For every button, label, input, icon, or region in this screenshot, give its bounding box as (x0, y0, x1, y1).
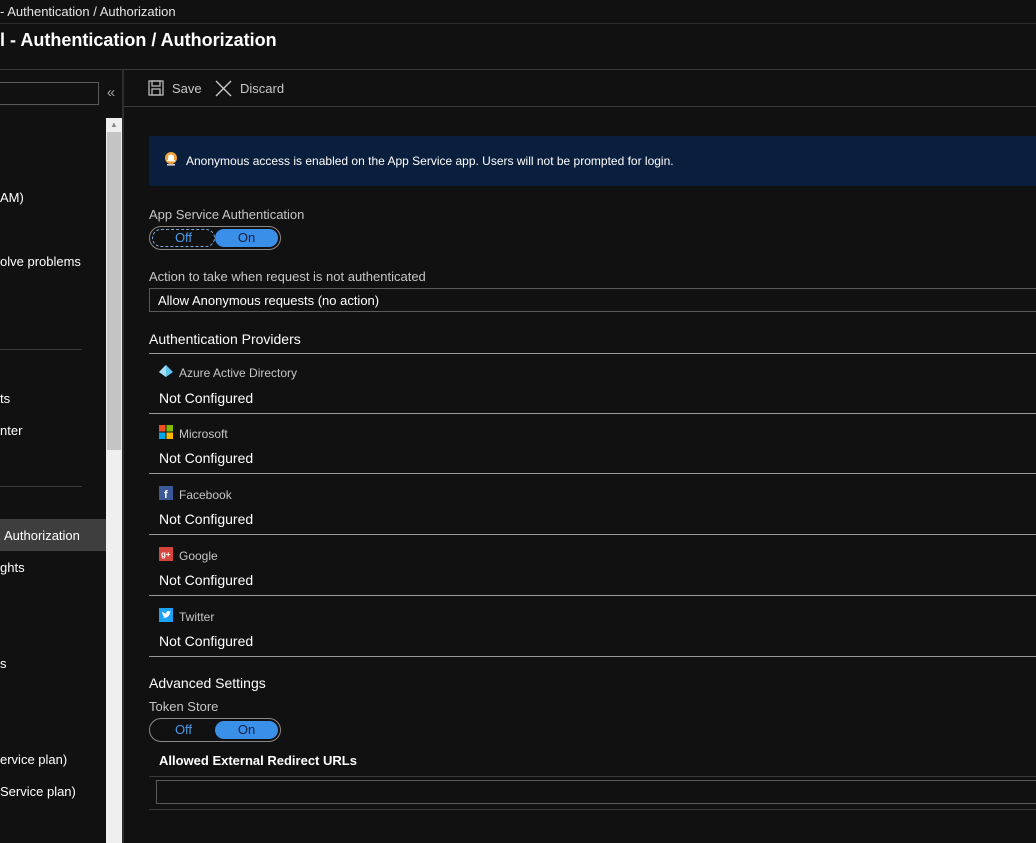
discard-button[interactable]: Discard (215, 80, 284, 97)
discard-label: Discard (240, 81, 285, 96)
redirect-urls-label: Allowed External Redirect URLs (159, 753, 357, 768)
token-store-toggle[interactable]: Off On (149, 718, 281, 742)
save-label: Save (172, 80, 202, 96)
resource-menu: « AM) olve problems ts nter Authorizatio… (0, 70, 122, 843)
provider-name-microsoft: Microsoft (159, 425, 228, 442)
provider-status-azure-ad: Not Configured (159, 390, 254, 406)
menu-search-input[interactable] (0, 82, 99, 105)
menu-item-scale-out[interactable]: Service plan) (0, 784, 104, 799)
banner-message: Anonymous access is enabled on the App S… (186, 154, 674, 168)
provider-status-microsoft: Not Configured (159, 450, 254, 466)
menu-scrollbar[interactable]: ▲ (106, 118, 122, 843)
azure-ad-icon (159, 365, 173, 381)
breadcrumb: - Authentication / Authorization (0, 0, 1036, 24)
provider-name-azure-ad: Azure Active Directory (159, 365, 297, 381)
scroll-up-icon[interactable]: ▲ (108, 120, 120, 130)
menu-divider (0, 349, 82, 350)
twitter-icon (159, 608, 173, 625)
breadcrumb-text[interactable]: - Authentication / Authorization (0, 4, 176, 19)
auth-settings-pane: Anonymous access is enabled on the App S… (124, 107, 1036, 843)
provider-row-facebook[interactable] (149, 474, 1036, 532)
svg-text:g+: g+ (161, 550, 171, 559)
google-icon: g+ (159, 547, 173, 564)
command-bar: Save Discard (124, 70, 1036, 107)
app-service-auth-label: App Service Authentication (149, 207, 305, 222)
save-icon (148, 80, 164, 96)
menu-item-scale-up[interactable]: ervice plan) (0, 752, 104, 767)
redirect-urls-divider (149, 776, 1036, 777)
menu-item-authentication[interactable]: Authorization (4, 528, 108, 543)
app-service-auth-toggle[interactable]: Off On (149, 226, 281, 250)
redirect-url-input[interactable] (156, 780, 1036, 804)
token-store-on-option[interactable]: On (215, 721, 278, 739)
page-title: l - Authentication / Authorization (0, 30, 277, 50)
provider-status-twitter: Not Configured (159, 633, 254, 649)
bell-icon (164, 151, 178, 172)
anonymous-access-banner: Anonymous access is enabled on the App S… (149, 136, 1036, 186)
provider-name-google: g+ Google (159, 547, 218, 564)
menu-item-insights[interactable]: ghts (0, 560, 104, 575)
advanced-settings-title: Advanced Settings (149, 675, 266, 691)
close-icon (215, 80, 232, 97)
menu-item-center[interactable]: nter (0, 423, 104, 438)
redirect-urls-bottom-divider (149, 809, 1036, 810)
action-label: Action to take when request is not authe… (149, 269, 426, 284)
provider-row-twitter[interactable] (149, 596, 1036, 654)
provider-row-azure-ad[interactable] (149, 354, 1036, 412)
provider-status-google: Not Configured (159, 572, 254, 588)
action-dropdown[interactable]: Allow Anonymous requests (no action) (149, 288, 1036, 312)
facebook-icon: f (159, 486, 173, 503)
collapse-menu-icon[interactable]: « (104, 84, 118, 102)
provider-row-microsoft[interactable] (149, 414, 1036, 472)
app-service-auth-on-option[interactable]: On (215, 229, 278, 247)
microsoft-icon (159, 425, 173, 442)
token-store-label: Token Store (149, 699, 219, 714)
menu-item-iam[interactable]: AM) (0, 190, 104, 205)
provider-name-twitter: Twitter (159, 608, 214, 625)
provider-divider (149, 656, 1036, 657)
menu-item-ts[interactable]: ts (0, 391, 104, 406)
menu-item-diagnose[interactable]: olve problems (0, 254, 104, 269)
menu-divider (0, 486, 82, 487)
svg-text:f: f (164, 489, 168, 500)
save-button[interactable]: Save (148, 80, 202, 96)
provider-name-facebook: f Facebook (159, 486, 232, 503)
provider-status-facebook: Not Configured (159, 511, 254, 527)
providers-title: Authentication Providers (149, 331, 301, 347)
menu-item-s[interactable]: s (0, 656, 104, 671)
provider-row-google[interactable] (149, 535, 1036, 593)
token-store-off-option[interactable]: Off (152, 721, 215, 739)
scroll-thumb[interactable] (107, 132, 121, 450)
app-service-auth-off-option[interactable]: Off (152, 229, 215, 247)
